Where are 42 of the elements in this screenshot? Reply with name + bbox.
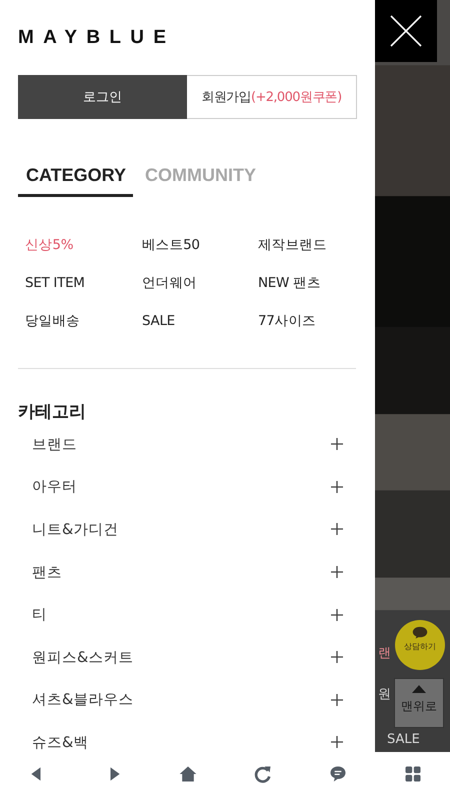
quick-link[interactable]: 당일배송 xyxy=(25,311,142,331)
logo[interactable]: MAYBLUE xyxy=(18,28,176,47)
category-item[interactable]: 브랜드 xyxy=(32,434,77,454)
category-item[interactable]: 셔츠&블라우스 xyxy=(32,690,134,710)
category-item[interactable]: 티 xyxy=(32,605,47,624)
category-item[interactable]: 원피스&스커트 xyxy=(32,648,134,667)
quick-link[interactable]: SALE xyxy=(142,311,258,331)
chat-label: 상담하기 xyxy=(404,641,436,652)
page-text: SALE xyxy=(387,732,420,747)
refresh-icon[interactable] xyxy=(252,764,272,784)
home-icon[interactable] xyxy=(178,764,198,784)
quick-link[interactable]: 신상5% xyxy=(25,235,142,255)
quick-link[interactable]: SET ITEM xyxy=(25,273,142,293)
plus-icon[interactable] xyxy=(331,480,343,493)
grid-icon[interactable] xyxy=(402,764,422,784)
quick-link[interactable]: 언더웨어 xyxy=(142,273,258,293)
signup-button[interactable]: 회원가입(+2,000원쿠폰) xyxy=(187,75,357,119)
tab[interactable]: CATEGORY xyxy=(18,165,134,197)
plus-icon[interactable] xyxy=(331,651,343,664)
page-text: 원 xyxy=(378,686,391,703)
category-item[interactable]: 팬츠 xyxy=(32,562,62,582)
category-item[interactable]: 아우터 xyxy=(32,477,77,496)
quick-link[interactable]: NEW 팬츠 xyxy=(258,273,368,293)
page-text: 랜 xyxy=(378,645,391,662)
quick-link[interactable]: 제작브랜드 xyxy=(258,235,368,255)
plus-icon[interactable] xyxy=(331,736,343,748)
category-item[interactable]: 슈즈&백 xyxy=(32,732,88,752)
plus-icon[interactable] xyxy=(331,438,343,450)
speech-bubble-icon xyxy=(412,626,428,639)
plus-icon[interactable] xyxy=(331,566,343,578)
up-triangle-icon xyxy=(412,685,426,693)
login-button[interactable]: 로그인 xyxy=(18,75,187,119)
close-icon xyxy=(390,15,422,47)
category-item[interactable]: 니트&가디건 xyxy=(32,520,118,539)
plus-icon[interactable] xyxy=(331,608,343,621)
quick-link[interactable]: 베스트50 xyxy=(142,235,258,255)
quick-link[interactable]: 77사이즈 xyxy=(258,311,368,331)
section-title: 카테고리 xyxy=(18,401,87,423)
close-button[interactable] xyxy=(375,0,437,62)
chat-icon[interactable] xyxy=(328,764,348,784)
plus-icon[interactable] xyxy=(331,694,343,706)
plus-icon[interactable] xyxy=(331,523,343,536)
